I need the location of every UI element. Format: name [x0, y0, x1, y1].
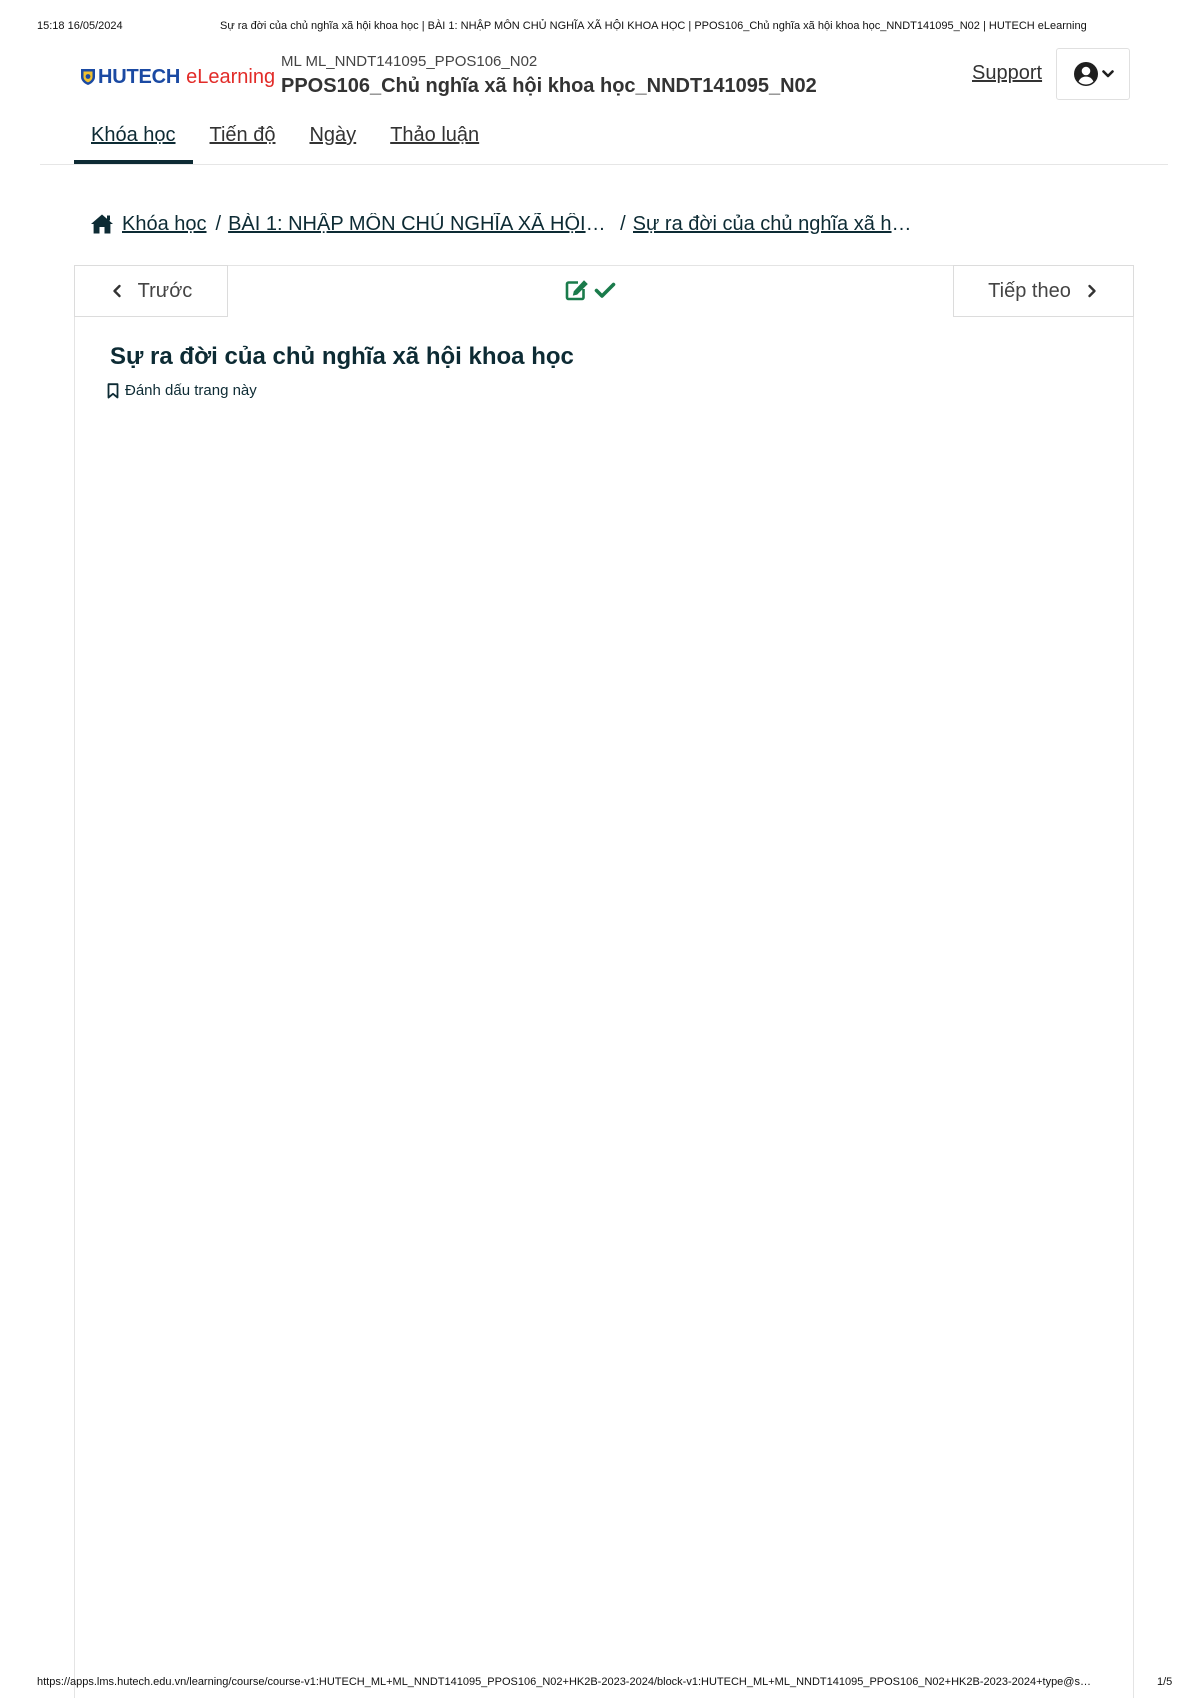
bookmark-icon — [107, 382, 119, 398]
next-button[interactable]: Tiếp theo — [953, 265, 1134, 317]
breadcrumb-item-course[interactable]: Khóa học — [122, 213, 207, 236]
print-datetime: 15:18 16/05/2024 — [37, 20, 123, 32]
unit-panel: Trước Tiếp theo Sự ra đời của chủ nghĩa … — [74, 265, 1134, 1698]
logo-product-text: eLearning — [186, 65, 276, 88]
user-circle-icon — [1073, 62, 1098, 86]
hutech-logo[interactable]: HUTECH eLearning — [80, 64, 275, 90]
breadcrumb: Khóa học / BÀI 1: NHẬP MÔN CHỦ NGHĨA XÃ … — [90, 209, 920, 239]
shield-logo-icon — [81, 69, 95, 85]
print-page-number: 1/5 — [1157, 1676, 1173, 1688]
unit-title: Sự ra đời của chủ nghĩa xã hội khoa học — [110, 343, 574, 370]
breadcrumb-separator: / — [215, 212, 222, 235]
print-header: 15:18 16/05/2024 Sự ra đời của chủ nghĩa… — [0, 20, 1200, 40]
bookmark-button[interactable]: Đánh dấu trang này — [107, 382, 257, 399]
tab-course[interactable]: Khóa học — [74, 118, 193, 164]
breadcrumb-item-section[interactable]: BÀI 1: NHẬP MÔN CHỦ NGHĨA XÃ HỘI KHOA HỌ… — [228, 213, 611, 236]
chevron-down-icon — [1101, 70, 1114, 78]
edit-icon — [565, 280, 588, 301]
breadcrumb-separator: / — [620, 212, 626, 235]
support-link[interactable]: Support — [972, 62, 1042, 85]
tabs-divider — [40, 164, 1168, 165]
sequence-navigation: Trước Tiếp theo — [74, 265, 1134, 317]
bookmark-label: Đánh dấu trang này — [125, 382, 257, 399]
previous-button[interactable]: Trước — [74, 265, 228, 317]
course-title: PPOS106_Chủ nghĩa xã hội khoa học_NNDT14… — [281, 75, 817, 97]
breadcrumb-item-unit[interactable]: Sự ra đời của chủ nghĩa xã hội khoa học — [633, 213, 920, 236]
print-url: https://apps.lms.hutech.edu.vn/learning/… — [37, 1676, 1091, 1688]
user-menu-button[interactable] — [1056, 48, 1130, 100]
course-tabs: Khóa học Tiến độ Ngày Thảo luận — [74, 118, 496, 164]
tab-dates[interactable]: Ngày — [292, 118, 373, 164]
print-footer: https://apps.lms.hutech.edu.vn/learning/… — [0, 1676, 1200, 1692]
tab-discussion[interactable]: Thảo luận — [373, 118, 496, 164]
home-icon[interactable] — [90, 213, 114, 235]
logo-brand-text: HUTECH — [98, 65, 181, 88]
course-heading: ML ML_NNDT141095_PPOS106_N02 PPOS106_Chủ… — [281, 53, 817, 98]
chevron-right-icon — [1088, 284, 1096, 298]
print-page-title: Sự ra đời của chủ nghĩa xã hội khoa học … — [220, 20, 1087, 32]
previous-button-label: Trước — [137, 279, 193, 302]
site-header: HUTECH eLearning ML ML_NNDT141095_PPOS10… — [0, 48, 1200, 108]
unit-status[interactable] — [565, 279, 616, 301]
tab-progress[interactable]: Tiến độ — [193, 118, 293, 164]
check-icon — [594, 282, 616, 298]
course-code: ML ML_NNDT141095_PPOS106_N02 — [281, 53, 538, 70]
next-button-label: Tiếp theo — [988, 279, 1071, 302]
chevron-left-icon — [112, 284, 121, 298]
